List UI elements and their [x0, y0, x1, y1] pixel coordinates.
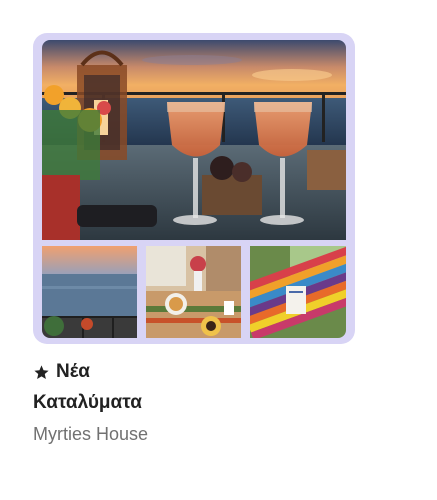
star-icon — [33, 364, 50, 381]
listing-subtitle: Myrties House — [33, 424, 149, 444]
listing-badge-label: Νέα — [56, 361, 90, 382]
listing-card[interactable] — [33, 33, 355, 344]
listing-photo-sea-sunset[interactable] — [42, 246, 137, 338]
listing-title-line1[interactable]: Νέα — [33, 360, 90, 384]
listing-title-line2[interactable]: Καταλύματα — [33, 391, 142, 415]
listing-photo-hammock[interactable] — [250, 246, 346, 338]
listing-photo-breakfast-table[interactable] — [146, 246, 241, 338]
listing-photo-terrace-wine[interactable] — [42, 40, 346, 240]
